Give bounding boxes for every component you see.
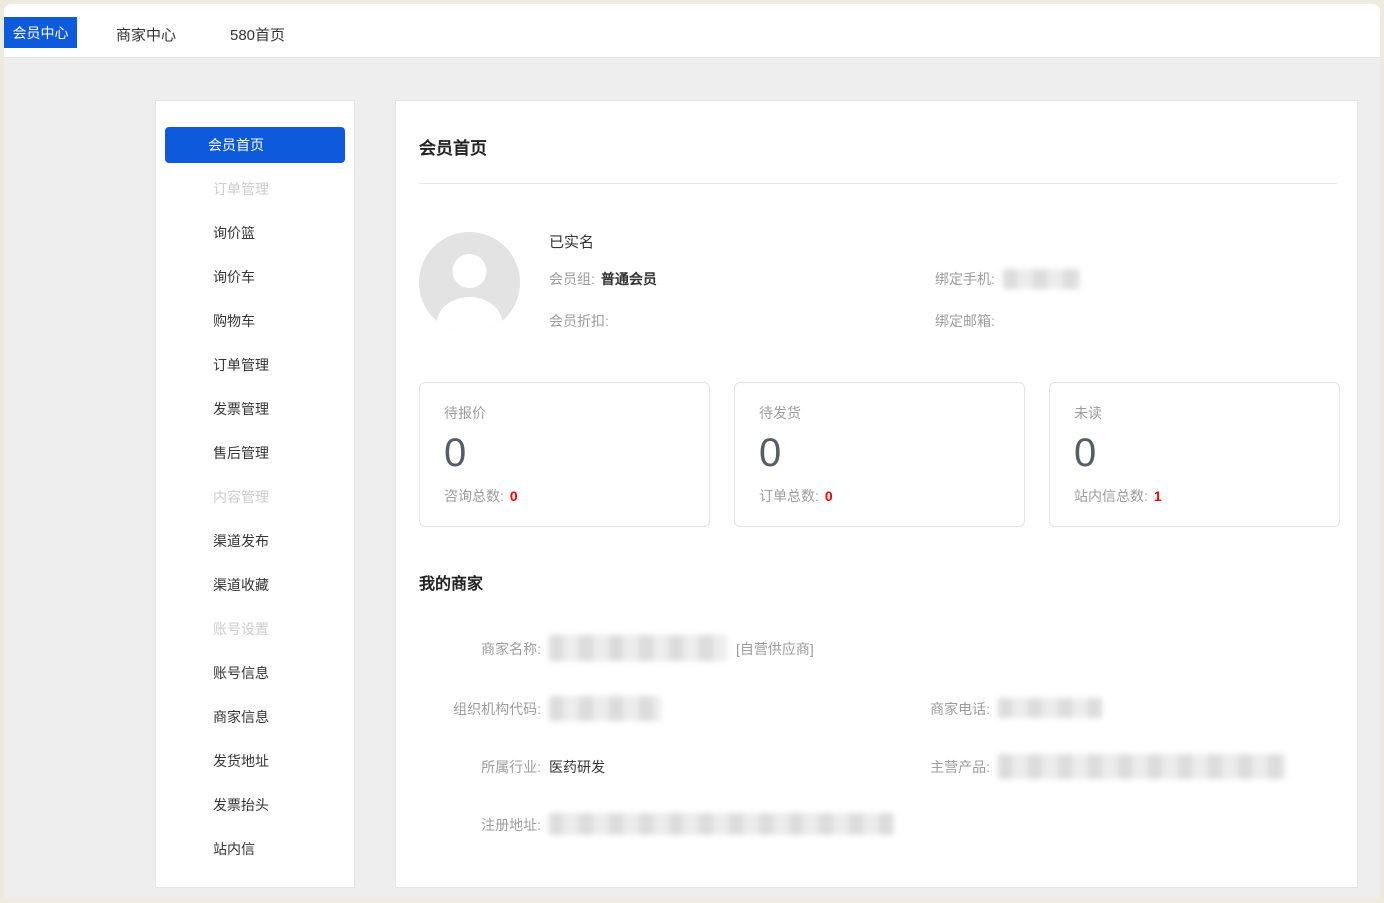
merchant-section-title: 我的商家 [419, 576, 484, 593]
sidebar-item-order-mgmt[interactable]: 订单管理 [156, 343, 354, 387]
stat-footer-label: 订单总数: [759, 488, 819, 504]
stat-footer-value: 1 [1153, 488, 1162, 504]
tab-merchant-center[interactable]: 商家中心 [116, 24, 176, 45]
stat-card-unread: 未读 0 站内信总数: 1 [1049, 382, 1340, 527]
stat-footer-label: 站内信总数: [1074, 488, 1148, 504]
main-products-redacted-value [998, 753, 1286, 779]
sidebar-item-shopping-cart[interactable]: 购物车 [156, 299, 354, 343]
registered-address-redacted-value [549, 813, 894, 836]
bound-phone-label: 绑定手机: [935, 271, 995, 287]
merchant-name-redacted-value [549, 635, 727, 662]
stat-card-pending-quote: 待报价 0 咨询总数: 0 [419, 382, 710, 527]
merchant-name-row: 商家名称: [自营供应商] [419, 635, 814, 662]
stat-card-pending-shipment: 待发货 0 订单总数: 0 [734, 382, 1025, 527]
sidebar-item-invoice-mgmt[interactable]: 发票管理 [156, 387, 354, 431]
stat-card-count: 0 [1074, 431, 1097, 475]
main-products-row: 主营产品: [870, 753, 1286, 779]
sidebar-item-inquiry-basket[interactable]: 询价篮 [156, 211, 354, 255]
default-avatar-icon [419, 232, 520, 333]
merchant-tel-label: 商家电话: [930, 701, 990, 717]
member-center-page: 会员中心 商家中心 580首页 会员首页 订单管理 询价篮 询价车 购物车 订单… [4, 4, 1380, 899]
registered-address-label: 注册地址: [481, 817, 541, 833]
sidebar-item-site-message[interactable]: 站内信 [156, 827, 354, 871]
sidebar-item-shipping-address[interactable]: 发货地址 [156, 739, 354, 783]
sidebar-group-content-mgmt: 内容管理 [213, 489, 269, 505]
main-products-label: 主营产品: [930, 759, 990, 775]
org-code-row: 组织机构代码: [419, 695, 661, 721]
sidebar-menu: 会员首页 订单管理 询价篮 询价车 购物车 订单管理 发票管理 售后管理 内容管… [156, 123, 354, 871]
sidebar-item-aftersales-mgmt[interactable]: 售后管理 [156, 431, 354, 475]
sidebar-item-member-home[interactable]: 会员首页 [165, 127, 345, 163]
sidebar-item-channel-favorite[interactable]: 渠道收藏 [156, 563, 354, 607]
top-navigation-bar: 会员中心 商家中心 580首页 [4, 4, 1380, 58]
merchant-name-label: 商家名称: [481, 641, 541, 657]
sidebar-item-merchant-info[interactable]: 商家信息 [156, 695, 354, 739]
tab-member-center[interactable]: 会员中心 [4, 17, 77, 48]
merchant-name-suffix: [自营供应商] [736, 641, 814, 657]
member-group-row: 会员组: 普通会员 [549, 269, 657, 289]
bound-phone-row: 绑定手机: [935, 268, 1081, 289]
industry-label: 所属行业: [481, 759, 541, 775]
merchant-tel-redacted-value [998, 698, 1102, 719]
sidebar-item-account-info[interactable]: 账号信息 [156, 651, 354, 695]
industry-row: 所属行业: 医药研发 [419, 757, 605, 777]
merchant-tel-row: 商家电话: [870, 698, 1102, 719]
stat-card-count: 0 [759, 431, 782, 475]
bound-email-row: 绑定邮箱: [935, 311, 1001, 331]
member-group-value: 普通会员 [600, 271, 657, 287]
org-code-label: 组织机构代码: [453, 701, 541, 717]
sidebar-item-inquiry-cart[interactable]: 询价车 [156, 255, 354, 299]
stat-card-count: 0 [444, 431, 467, 475]
bound-email-label: 绑定邮箱: [935, 313, 995, 329]
stat-footer-value: 0 [824, 488, 833, 504]
stat-footer-label: 咨询总数: [444, 488, 504, 504]
stat-footer-value: 0 [509, 488, 518, 504]
sidebar-item-invoice-title[interactable]: 发票抬头 [156, 783, 354, 827]
avatar [419, 232, 520, 333]
stat-card-title: 待报价 [444, 405, 486, 421]
stat-card-footer: 站内信总数: 1 [1074, 486, 1162, 506]
registered-address-row: 注册地址: [419, 813, 894, 836]
member-discount-row: 会员折扣: [549, 311, 615, 331]
sidebar-item-channel-publish[interactable]: 渠道发布 [156, 519, 354, 563]
sidebar-group-account-setting: 账号设置 [213, 621, 269, 637]
verified-badge: 已实名 [549, 234, 595, 251]
tab-580-home[interactable]: 580首页 [230, 24, 285, 45]
main-panel: 会员首页 已实名 会员组: 普通会员 会员折扣: 绑定手机: 绑定邮箱: 待报价 … [395, 100, 1358, 888]
stat-card-footer: 订单总数: 0 [759, 486, 833, 506]
org-code-redacted-value [549, 695, 661, 721]
industry-value: 医药研发 [549, 759, 605, 775]
stat-card-title: 未读 [1074, 405, 1102, 421]
page-title: 会员首页 [419, 139, 487, 158]
bound-phone-redacted-value [1002, 268, 1081, 289]
stat-card-footer: 咨询总数: 0 [444, 486, 518, 506]
sidebar-group-order-mgmt: 订单管理 [213, 181, 269, 197]
title-divider [419, 183, 1337, 184]
member-discount-label: 会员折扣: [549, 313, 609, 329]
stat-card-title: 待发货 [759, 405, 801, 421]
member-group-label: 会员组: [549, 271, 595, 287]
sidebar: 会员首页 订单管理 询价篮 询价车 购物车 订单管理 发票管理 售后管理 内容管… [155, 100, 355, 888]
